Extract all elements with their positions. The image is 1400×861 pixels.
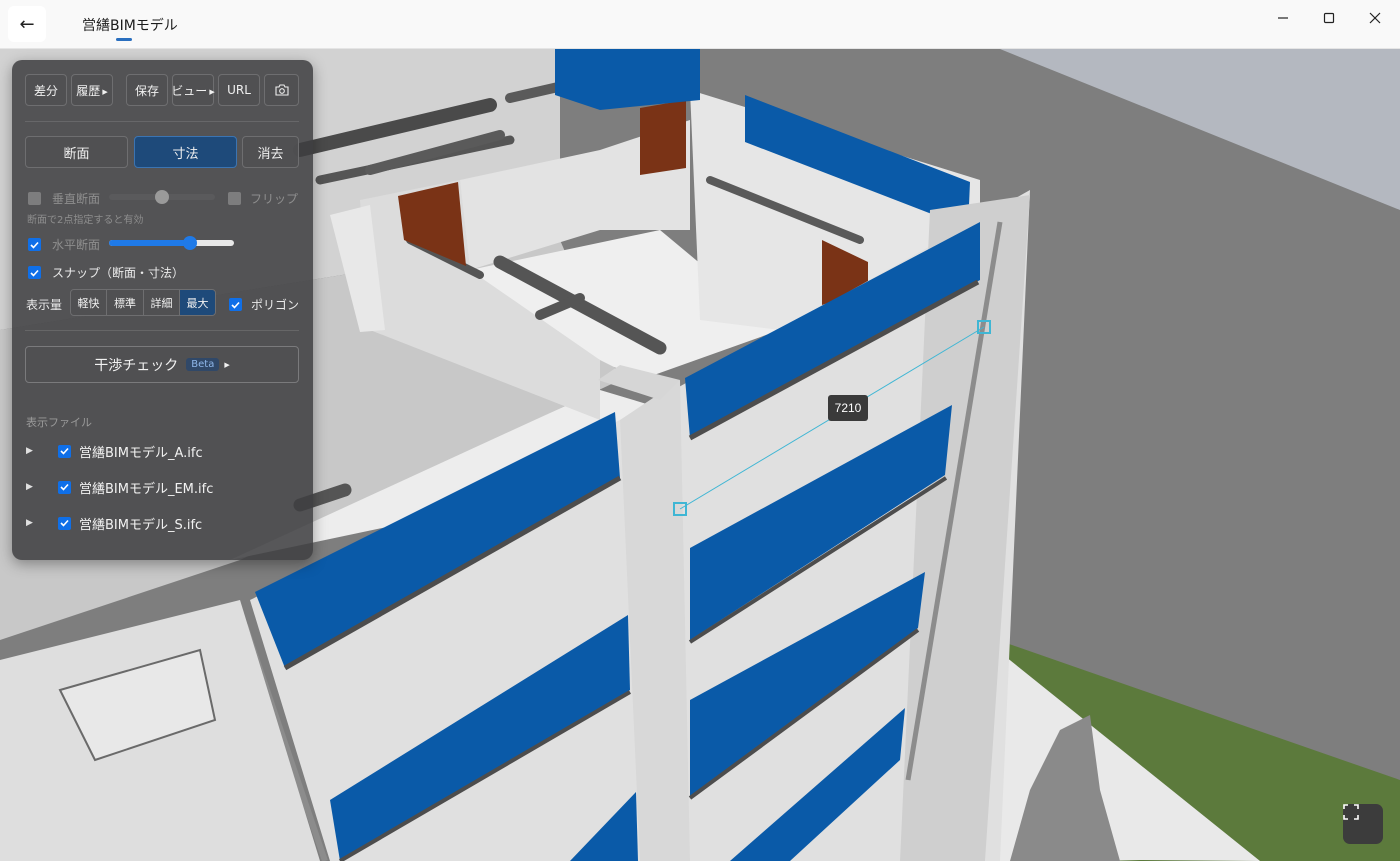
diff-label: 差分: [33, 83, 58, 98]
flip-checkbox[interactable]: [228, 192, 241, 205]
clash-check-button[interactable]: 干渉チェック Beta ▶: [25, 346, 299, 383]
level-light[interactable]: 軽快: [71, 290, 107, 315]
section-mode-button[interactable]: 断面: [25, 136, 128, 168]
flip-row: フリップ: [228, 190, 298, 207]
slider-fill: [109, 240, 189, 246]
camera-icon: [274, 84, 289, 96]
maximize-button[interactable]: [1306, 0, 1352, 36]
expand-triangle-icon[interactable]: ▶: [26, 446, 48, 456]
file-item: ▶ 営繕BIMモデル_EM.ifc: [26, 474, 213, 500]
back-button[interactable]: ←: [8, 6, 46, 42]
level-detailed[interactable]: 詳細: [144, 290, 180, 315]
file-checkbox[interactable]: [58, 444, 71, 458]
polygon-checkbox[interactable]: [229, 298, 242, 311]
display-level-selector: 軽快 標準 詳細 最大: [70, 289, 216, 316]
checkmark-icon: [60, 519, 69, 527]
back-arrow-icon: ←: [19, 13, 35, 35]
submenu-arrow-icon: ▶: [209, 87, 215, 96]
url-label: URL: [227, 83, 251, 97]
beta-badge: Beta: [186, 358, 220, 371]
clash-check-label: 干渉チェック: [94, 357, 179, 374]
snap-checkbox[interactable]: [28, 266, 41, 279]
minimize-icon: [1278, 17, 1288, 19]
history-button[interactable]: 履歴 ▶: [71, 74, 113, 106]
file-name: 営繕BIMモデル_EM.ifc: [79, 481, 214, 497]
vertical-section-hint: 断面で2点指定すると有効: [27, 215, 144, 226]
maximize-icon: [1323, 12, 1335, 24]
clear-button[interactable]: 消去: [242, 136, 299, 168]
checkmark-icon: [60, 483, 69, 491]
fullscreen-button[interactable]: [1343, 804, 1383, 844]
title-tab-indicator: [116, 38, 132, 41]
app-window: ← 営繕BIMモデル 7210 差分 履歴 ▶ 保存 ビュー ▶ URL 断面 …: [0, 0, 1400, 861]
level-standard[interactable]: 標準: [107, 290, 144, 315]
save-label: 保存: [134, 83, 159, 98]
file-item: ▶ 営繕BIMモデル_A.ifc: [26, 438, 203, 464]
checkmark-icon: [30, 241, 39, 249]
polygon-label: ポリゴン: [251, 298, 300, 312]
view-label: ビュー: [171, 83, 208, 98]
submenu-arrow-icon: ▶: [224, 360, 230, 369]
vertical-section-label: 垂直断面: [52, 192, 101, 206]
control-panel: 差分 履歴 ▶ 保存 ビュー ▶ URL 断面 寸法 消去 垂直断面 フリップ …: [12, 60, 313, 560]
save-button[interactable]: 保存: [126, 74, 168, 106]
section-mode-label: 断面: [63, 146, 90, 162]
horizontal-section-row: 水平断面: [28, 236, 100, 253]
horizontal-section-slider[interactable]: [109, 236, 234, 250]
display-level-label: 表示量: [26, 298, 63, 312]
snap-row: スナップ（断面・寸法）: [28, 264, 184, 281]
view-button[interactable]: ビュー ▶: [171, 74, 215, 106]
level-max[interactable]: 最大: [180, 290, 215, 315]
measure-mode-button[interactable]: 寸法: [134, 136, 237, 168]
file-checkbox[interactable]: [58, 480, 71, 494]
snap-label: スナップ（断面・寸法）: [52, 266, 185, 280]
horizontal-section-label: 水平断面: [52, 238, 101, 252]
polygon-row: ポリゴン: [229, 296, 299, 313]
files-heading: 表示ファイル: [26, 416, 92, 429]
file-name: 営繕BIMモデル_S.ifc: [79, 517, 203, 533]
vertical-section-row: 垂直断面: [28, 190, 100, 207]
measure-mode-label: 寸法: [172, 146, 199, 162]
checkmark-icon: [60, 447, 69, 455]
title-bar: ← 営繕BIMモデル: [0, 0, 1400, 49]
fullscreen-icon: [1343, 804, 1359, 820]
divider: [25, 330, 299, 331]
file-item: ▶ 営繕BIMモデル_S.ifc: [26, 510, 202, 536]
checkmark-icon: [231, 301, 240, 309]
file-name: 営繕BIMモデル_A.ifc: [79, 445, 203, 461]
vertical-section-slider[interactable]: [109, 190, 215, 204]
url-button[interactable]: URL: [218, 74, 260, 106]
slider-thumb[interactable]: [183, 236, 197, 250]
diff-button[interactable]: 差分: [25, 74, 67, 106]
minimize-button[interactable]: [1260, 0, 1306, 36]
expand-triangle-icon[interactable]: ▶: [26, 482, 48, 492]
screenshot-button[interactable]: [264, 74, 299, 106]
flip-label: フリップ: [250, 192, 299, 206]
vertical-section-checkbox[interactable]: [28, 192, 41, 205]
dimension-label: 7210: [828, 395, 868, 421]
divider: [25, 121, 299, 122]
horizontal-section-checkbox[interactable]: [28, 238, 41, 251]
clear-label: 消去: [257, 146, 284, 162]
close-icon: [1369, 12, 1381, 24]
window-title: 営繕BIMモデル: [82, 18, 178, 34]
history-label: 履歴: [76, 83, 101, 98]
slider-thumb[interactable]: [155, 190, 169, 204]
file-checkbox[interactable]: [58, 516, 71, 530]
close-button[interactable]: [1352, 0, 1398, 36]
submenu-arrow-icon: ▶: [102, 87, 108, 96]
expand-triangle-icon[interactable]: ▶: [26, 518, 48, 528]
checkmark-icon: [30, 269, 39, 277]
